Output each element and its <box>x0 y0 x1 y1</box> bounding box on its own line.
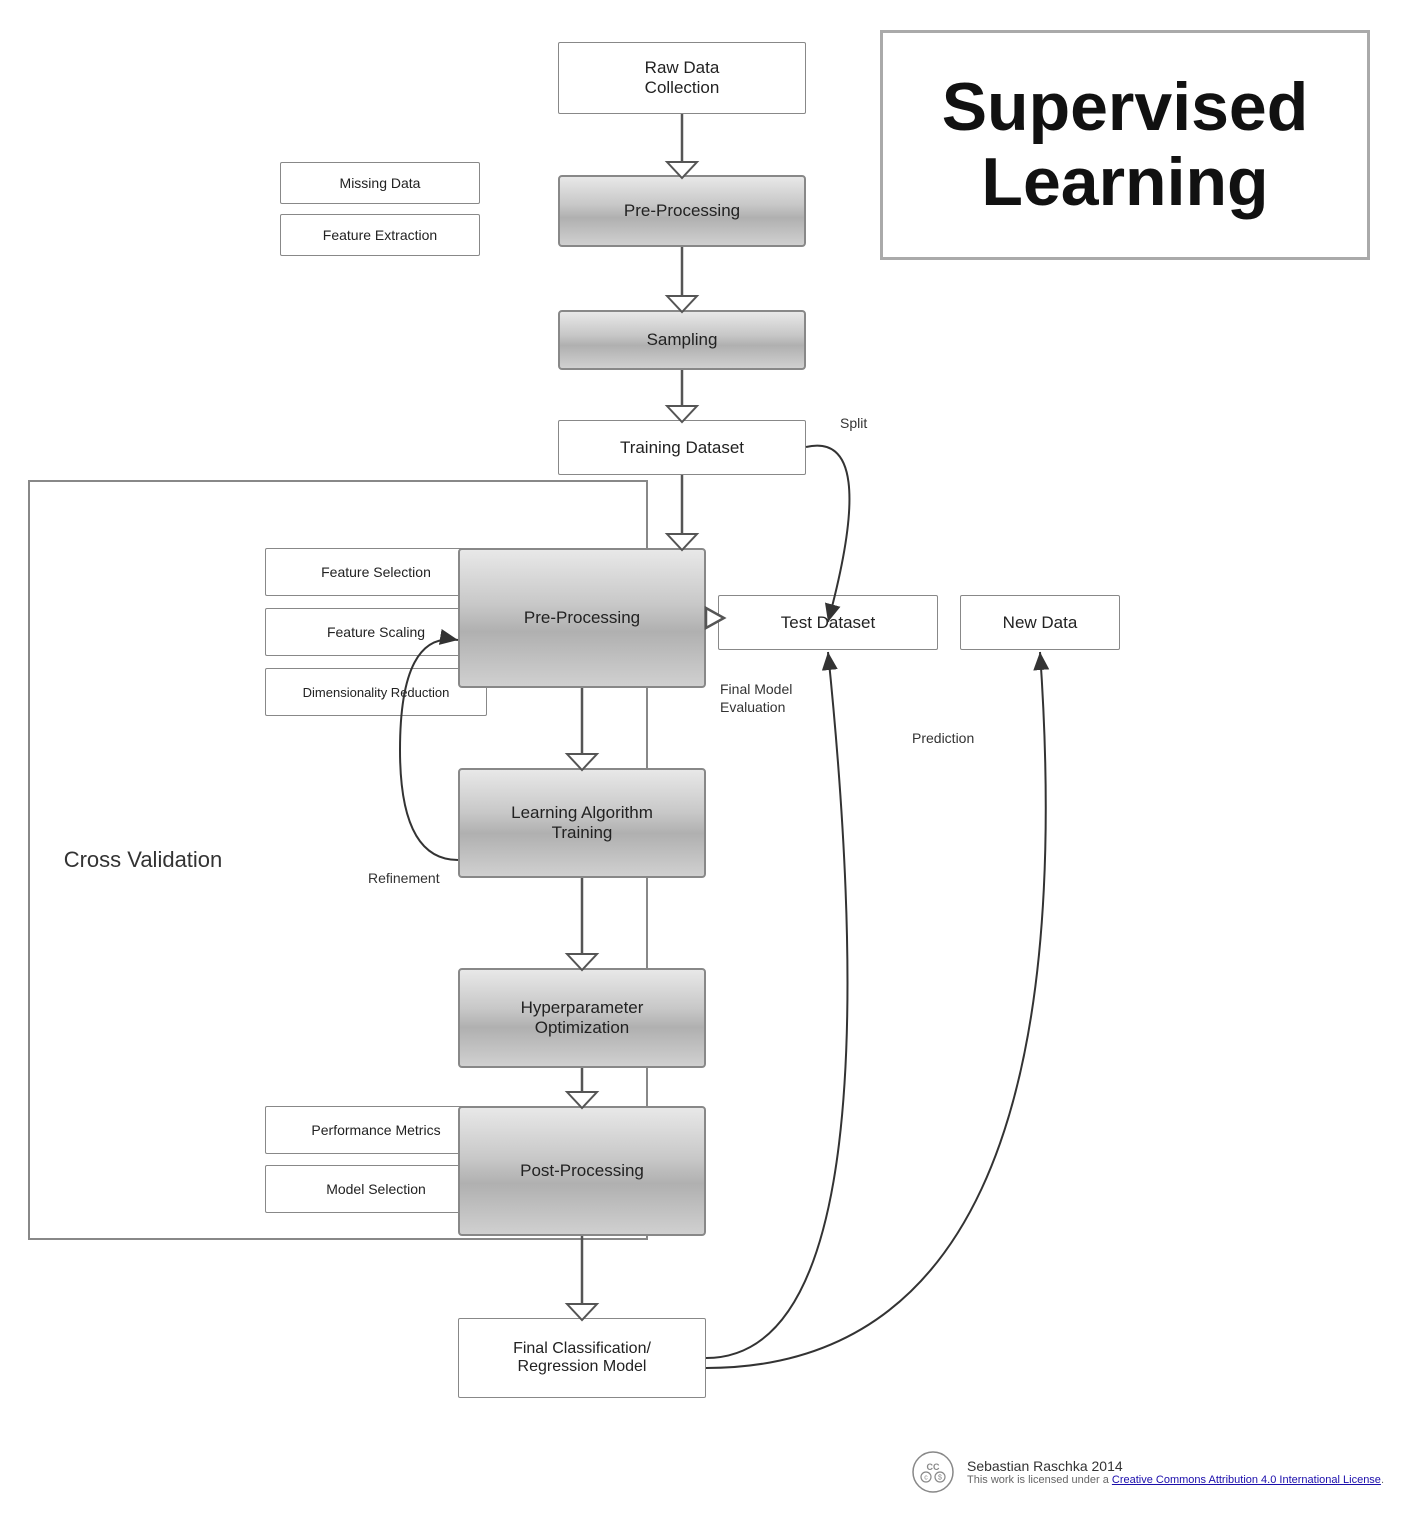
supervised-learning-title: SupervisedLearning <box>880 30 1370 260</box>
cross-validation-label: Cross Validation <box>28 480 258 1240</box>
raw-data-box: Raw DataCollection <box>558 42 806 114</box>
feature-scaling-box: Feature Scaling <box>265 608 487 656</box>
footer: CC c $ Sebastian Raschka 2014 This work … <box>911 1450 1384 1494</box>
test-dataset-label: Test Dataset <box>781 613 876 633</box>
final-classification-box: Final Classification/Regression Model <box>458 1318 706 1398</box>
sampling-label: Sampling <box>647 330 718 350</box>
model-selection-label: Model Selection <box>326 1181 426 1197</box>
feature-extraction-label: Feature Extraction <box>323 227 437 243</box>
prediction-text: Prediction <box>912 730 974 746</box>
refinement-text: Refinement <box>368 870 440 886</box>
learning-algorithm-label: Learning AlgorithmTraining <box>511 803 653 843</box>
license-link: Creative Commons Attribution 4.0 Interna… <box>1112 1474 1381 1486</box>
diagram-container: SupervisedLearning Raw DataCollection Pr… <box>0 0 1422 1522</box>
hyperparameter-label: HyperparameterOptimization <box>521 998 644 1038</box>
missing-data-box: Missing Data <box>280 162 480 204</box>
missing-data-label: Missing Data <box>340 175 421 191</box>
raw-data-label: Raw DataCollection <box>645 58 720 98</box>
training-dataset-box: Training Dataset <box>558 420 806 475</box>
feature-scaling-label: Feature Scaling <box>327 624 425 640</box>
new-data-label: New Data <box>1003 613 1078 633</box>
test-dataset-box: Test Dataset <box>718 595 938 650</box>
refinement-label: Refinement <box>368 870 440 886</box>
final-model-evaluation-text: Final ModelEvaluation <box>720 681 792 715</box>
final-model-evaluation-label: Final ModelEvaluation <box>720 680 792 716</box>
performance-metrics-label: Performance Metrics <box>311 1122 440 1138</box>
feature-selection-label: Feature Selection <box>321 564 431 580</box>
feature-extraction-box: Feature Extraction <box>280 214 480 256</box>
svg-text:c: c <box>924 1475 928 1482</box>
pre-processing-top-label: Pre-Processing <box>624 201 740 221</box>
footer-text: Sebastian Raschka 2014 This work is lice… <box>967 1458 1384 1486</box>
pre-processing-mid-label: Pre-Processing <box>524 608 640 628</box>
dimensionality-reduction-label: Dimensionality Reduction <box>303 685 450 700</box>
cross-validation-text: Cross Validation <box>64 847 223 873</box>
learning-algorithm-box: Learning AlgorithmTraining <box>458 768 706 878</box>
dimensionality-reduction-box: Dimensionality Reduction <box>265 668 487 716</box>
model-selection-box: Model Selection <box>265 1165 487 1213</box>
new-data-box: New Data <box>960 595 1120 650</box>
pre-processing-top-box: Pre-Processing <box>558 175 806 247</box>
split-text: Split <box>840 415 867 431</box>
hyperparameter-box: HyperparameterOptimization <box>458 968 706 1068</box>
cc-icon: CC c $ <box>911 1450 955 1494</box>
svg-text:CC: CC <box>926 1462 939 1472</box>
training-dataset-label: Training Dataset <box>620 438 744 458</box>
pre-processing-mid-box: Pre-Processing <box>458 548 706 688</box>
prediction-label: Prediction <box>912 730 974 746</box>
post-processing-label: Post-Processing <box>520 1161 644 1181</box>
feature-selection-box: Feature Selection <box>265 548 487 596</box>
license-text: This work is licensed under a Creative C… <box>967 1474 1384 1486</box>
split-label: Split <box>840 415 867 431</box>
final-classification-label: Final Classification/Regression Model <box>513 1340 651 1376</box>
credit-text: Sebastian Raschka 2014 <box>967 1458 1384 1474</box>
svg-text:$: $ <box>938 1475 942 1482</box>
supervised-learning-text: SupervisedLearning <box>942 70 1309 220</box>
sampling-box: Sampling <box>558 310 806 370</box>
post-processing-box: Post-Processing <box>458 1106 706 1236</box>
performance-metrics-box: Performance Metrics <box>265 1106 487 1154</box>
